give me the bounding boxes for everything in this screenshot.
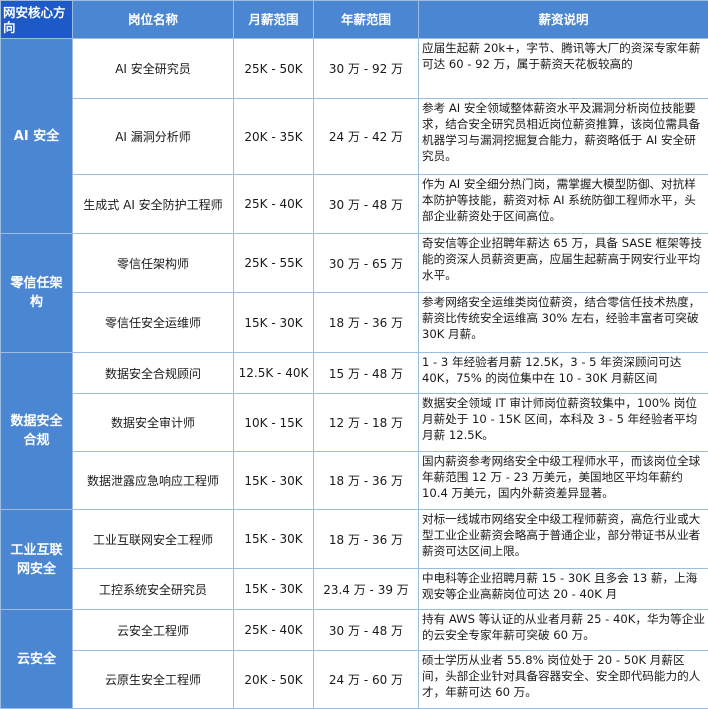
monthly-salary: 20K - 50K [234, 651, 314, 709]
table-row: 生成式 AI 安全防护工程师 25K - 40K 30 万 - 48 万 作为 … [1, 175, 708, 234]
monthly-salary: 25K - 40K [234, 610, 314, 651]
salary-description: 持有 AWS 等认证的从业者月薪 25 - 40K，华为等企业的云安全专家年薪可… [419, 610, 708, 651]
annual-salary: 18 万 - 36 万 [314, 293, 419, 353]
position-name: AI 安全研究员 [73, 39, 234, 99]
monthly-salary: 15K - 30K [234, 569, 314, 610]
description-text: 应届生起薪 20k+，字节、腾讯等大厂的资深专家年薪可达 60 - 92 万，属… [422, 39, 705, 74]
annual-salary: 30 万 - 92 万 [314, 39, 419, 99]
table-row: 云安全 云安全工程师 25K - 40K 30 万 - 48 万 持有 AWS … [1, 610, 708, 651]
position-name: AI 漏洞分析师 [73, 99, 234, 175]
monthly-salary: 25K - 55K [234, 234, 314, 293]
table-row: 数据泄露应急响应工程师 15K - 30K 18 万 - 36 万 国内薪资参考… [1, 452, 708, 510]
monthly-salary: 10K - 15K [234, 394, 314, 452]
annual-salary: 18 万 - 36 万 [314, 510, 419, 569]
position-name: 工控系统安全研究员 [73, 569, 234, 610]
description-text: 硕士学历从业者 55.8% 岗位处于 20 - 50K 月薪区间，头部企业针对具… [422, 651, 705, 702]
salary-description: 国内薪资参考网络安全中级工程师水平，而该岗位全球年薪范围 12 万 - 23 万… [419, 452, 708, 510]
position-name: 工业互联网安全工程师 [73, 510, 234, 569]
position-name: 生成式 AI 安全防护工程师 [73, 175, 234, 234]
description-text: 中电科等企业招聘月薪 15 - 30K 且多会 13 薪，上海观安等企业高薪岗位… [422, 569, 705, 604]
annual-salary: 24 万 - 60 万 [314, 651, 419, 709]
position-name: 数据泄露应急响应工程师 [73, 452, 234, 510]
annual-salary: 24 万 - 42 万 [314, 99, 419, 175]
position-name: 云安全工程师 [73, 610, 234, 651]
monthly-salary: 25K - 50K [234, 39, 314, 99]
table-row: 工控系统安全研究员 15K - 30K 23.4 万 - 39 万 中电科等企业… [1, 569, 708, 610]
monthly-salary: 25K - 40K [234, 175, 314, 234]
table-row: AI 漏洞分析师 20K - 35K 24 万 - 42 万 参考 AI 安全领… [1, 99, 708, 175]
category-cell: 数据安全合规 [1, 353, 73, 510]
description-text: 1 - 3 年经验者月薪 12.5K，3 - 5 年资深顾问可达 40K，75%… [422, 353, 705, 388]
description-text: 国内薪资参考网络安全中级工程师水平，而该岗位全球年薪范围 12 万 - 23 万… [422, 452, 705, 503]
description-text: 参考网络安全运维类岗位薪资，结合零信任技术热度，薪资比传统安全运维高 30% 左… [422, 293, 705, 344]
position-name: 零信任架构师 [73, 234, 234, 293]
table-row: 零信任架构 零信任架构师 25K - 55K 30 万 - 65 万 奇安信等企… [1, 234, 708, 293]
annual-salary: 18 万 - 36 万 [314, 452, 419, 510]
category-cell: AI 安全 [1, 39, 73, 234]
salary-description: 作为 AI 安全细分热门岗，需掌握大模型防御、对抗样本防护等技能，薪资对标 AI… [419, 175, 708, 234]
monthly-salary: 15K - 30K [234, 452, 314, 510]
monthly-salary: 12.5K - 40K [234, 353, 314, 394]
category-cell: 工业互联网安全 [1, 510, 73, 610]
description-text: 参考 AI 安全领域整体薪资水平及漏洞分析岗位技能要求，结合安全研究员相近岗位薪… [422, 99, 705, 164]
salary-description: 中电科等企业招聘月薪 15 - 30K 且多会 13 薪，上海观安等企业高薪岗位… [419, 569, 708, 610]
annual-salary: 30 万 - 48 万 [314, 610, 419, 651]
annual-salary: 12 万 - 18 万 [314, 394, 419, 452]
header-position: 岗位名称 [73, 1, 234, 39]
description-text: 对标一线城市网络安全中级工程师薪资，高危行业或大型工业企业薪资会略高于普通企业，… [422, 510, 705, 561]
salary-description: 应届生起薪 20k+，字节、腾讯等大厂的资深专家年薪可达 60 - 92 万，属… [419, 39, 708, 99]
header-direction: 网安核心方向 [1, 1, 73, 39]
category-cell: 云安全 [1, 610, 73, 709]
table-row: 零信任安全运维师 15K - 30K 18 万 - 36 万 参考网络安全运维类… [1, 293, 708, 353]
position-name: 云原生安全工程师 [73, 651, 234, 709]
annual-salary: 15 万 - 48 万 [314, 353, 419, 394]
header-annual: 年薪范围 [314, 1, 419, 39]
annual-salary: 23.4 万 - 39 万 [314, 569, 419, 610]
category-cell: 零信任架构 [1, 234, 73, 353]
header-monthly: 月薪范围 [234, 1, 314, 39]
salary-description: 对标一线城市网络安全中级工程师薪资，高危行业或大型工业企业薪资会略高于普通企业，… [419, 510, 708, 569]
table-row: 云原生安全工程师 20K - 50K 24 万 - 60 万 硕士学历从业者 5… [1, 651, 708, 709]
description-text: 奇安信等企业招聘年薪达 65 万，具备 SASE 框架等技能的资深人员薪资更高，… [422, 234, 705, 285]
monthly-salary: 15K - 30K [234, 510, 314, 569]
annual-salary: 30 万 - 48 万 [314, 175, 419, 234]
salary-description: 数据安全领域 IT 审计师岗位薪资较集中，100% 岗位月薪处于 10 - 15… [419, 394, 708, 452]
header-description: 薪资说明 [419, 1, 708, 39]
salary-table: 网安核心方向 岗位名称 月薪范围 年薪范围 薪资说明 AI 安全 AI 安全研究… [0, 0, 708, 709]
position-name: 数据安全合规顾问 [73, 353, 234, 394]
salary-description: 奇安信等企业招聘年薪达 65 万，具备 SASE 框架等技能的资深人员薪资更高，… [419, 234, 708, 293]
table-row: AI 安全 AI 安全研究员 25K - 50K 30 万 - 92 万 应届生… [1, 39, 708, 99]
position-name: 零信任安全运维师 [73, 293, 234, 353]
table-row: 数据安全审计师 10K - 15K 12 万 - 18 万 数据安全领域 IT … [1, 394, 708, 452]
monthly-salary: 15K - 30K [234, 293, 314, 353]
salary-description: 参考网络安全运维类岗位薪资，结合零信任技术热度，薪资比传统安全运维高 30% 左… [419, 293, 708, 353]
annual-salary: 30 万 - 65 万 [314, 234, 419, 293]
table-row: 工业互联网安全 工业互联网安全工程师 15K - 30K 18 万 - 36 万… [1, 510, 708, 569]
position-name: 数据安全审计师 [73, 394, 234, 452]
table-row: 数据安全合规 数据安全合规顾问 12.5K - 40K 15 万 - 48 万 … [1, 353, 708, 394]
salary-description: 1 - 3 年经验者月薪 12.5K，3 - 5 年资深顾问可达 40K，75%… [419, 353, 708, 394]
salary-description: 硕士学历从业者 55.8% 岗位处于 20 - 50K 月薪区间，头部企业针对具… [419, 651, 708, 709]
monthly-salary: 20K - 35K [234, 99, 314, 175]
salary-description: 参考 AI 安全领域整体薪资水平及漏洞分析岗位技能要求，结合安全研究员相近岗位薪… [419, 99, 708, 175]
header-row: 网安核心方向 岗位名称 月薪范围 年薪范围 薪资说明 [1, 1, 708, 39]
description-text: 持有 AWS 等认证的从业者月薪 25 - 40K，华为等企业的云安全专家年薪可… [422, 610, 705, 645]
description-text: 数据安全领域 IT 审计师岗位薪资较集中，100% 岗位月薪处于 10 - 15… [422, 394, 705, 445]
description-text: 作为 AI 安全细分热门岗，需掌握大模型防御、对抗样本防护等技能，薪资对标 AI… [422, 175, 705, 226]
